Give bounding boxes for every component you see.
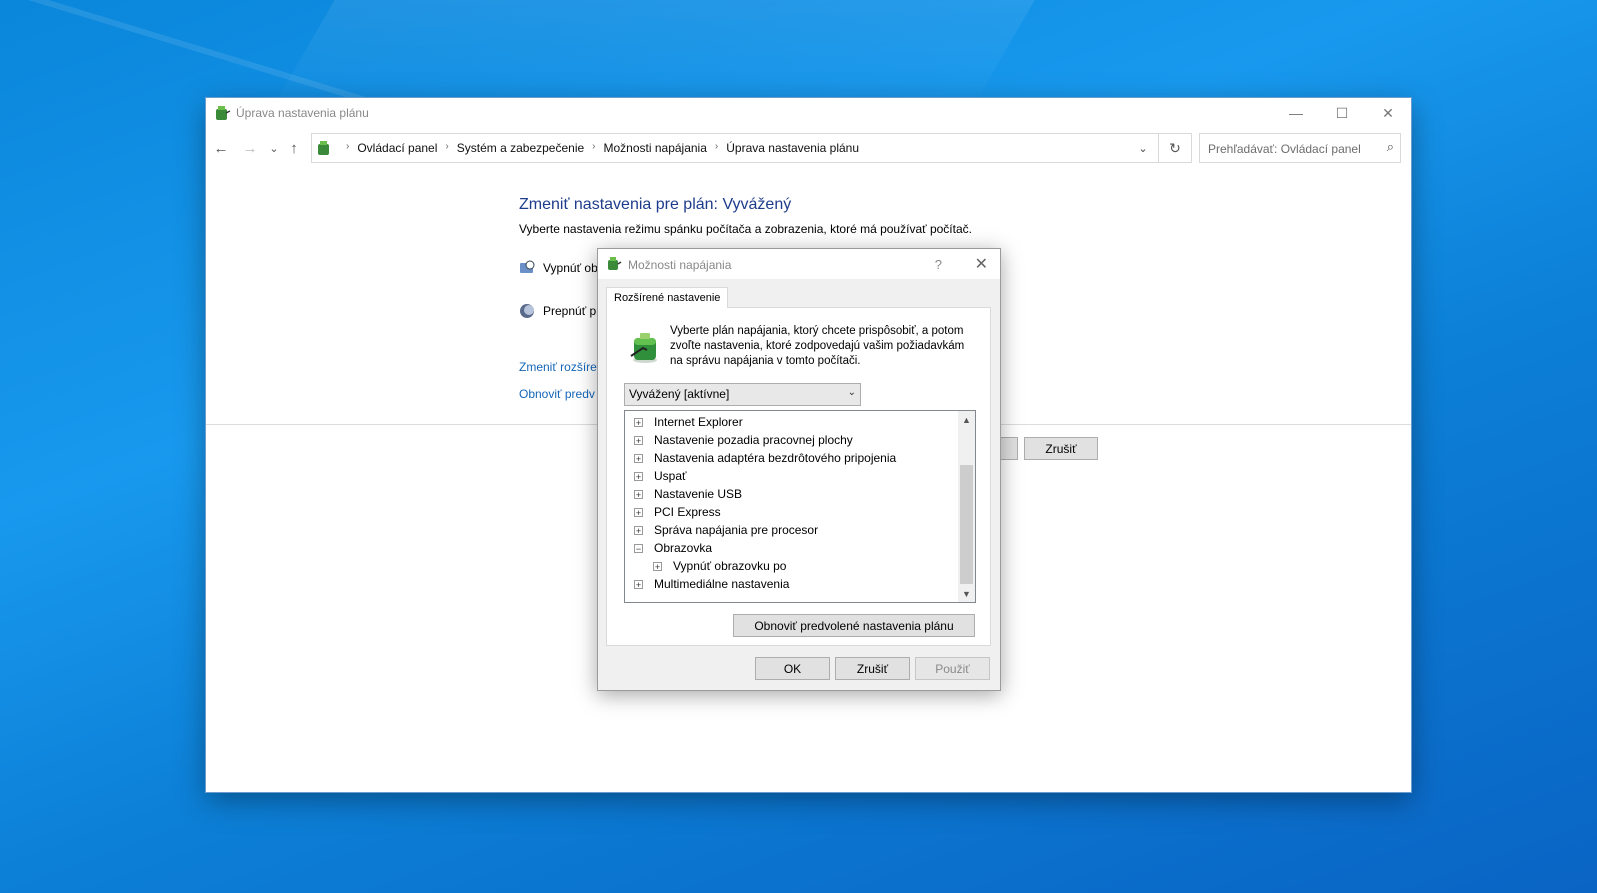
refresh-icon[interactable]: ↻ — [1158, 133, 1192, 163]
page-title: Zmeniť nastavenia pre plán: Vyvážený — [519, 196, 792, 213]
window-title: Úprava nastavenia plánu — [236, 106, 369, 120]
advanced-settings-link[interactable]: Zmeniť rozšíre — [519, 360, 597, 374]
forward-arrow-icon[interactable]: → — [239, 137, 261, 159]
expand-icon[interactable]: + — [634, 417, 643, 427]
apply-button[interactable]: Použiť — [915, 657, 990, 680]
tree-item-label: Multimediálne nastavenia — [654, 577, 790, 591]
tree-scrollbar[interactable]: ▲ ▼ — [958, 411, 975, 602]
tree-item-label: Obrazovka — [654, 541, 713, 555]
tree-item-label: PCI Express — [654, 505, 721, 519]
page-description: Vyberte nastavenia režimu spánku počítač… — [519, 222, 972, 236]
plan-select[interactable]: Vyvážený [aktívne] ⌄ — [624, 383, 861, 406]
up-arrow-icon[interactable]: ↑ — [283, 137, 305, 159]
moon-icon — [520, 304, 534, 318]
breadcrumb-separator[interactable]: › — [445, 141, 448, 155]
expand-icon[interactable]: + — [634, 435, 643, 445]
search-icon[interactable]: ⌕ — [1387, 139, 1394, 155]
breadcrumb-item-control-panel[interactable]: Ovládací panel — [357, 141, 437, 155]
tree-item[interactable]: + Správa napájania pre procesor — [634, 521, 818, 539]
tree-item-label: Uspať — [654, 469, 687, 483]
tree-item-label: Internet Explorer — [654, 415, 743, 429]
breadcrumb: › Ovládací panel › Systém a zabezpečenie… — [338, 141, 859, 155]
chevron-down-icon: ⌄ — [847, 387, 856, 398]
address-dropdown-icon[interactable]: ⌄ — [1128, 134, 1158, 162]
ok-button[interactable]: OK — [755, 657, 830, 680]
search-placeholder: Prehľadávať: Ovládací panel — [1208, 142, 1361, 156]
dialog-description: Vyberte plán napájania, ktorý chcete pri… — [670, 325, 965, 367]
navigation-bar: ← → ⌄ ↑ › Ovládací panel › Systém a zabe… — [206, 133, 1411, 163]
collapse-icon[interactable]: − — [634, 543, 643, 553]
tree-item[interactable]: + Uspať — [634, 467, 687, 485]
sleep-label: Prepnúť p — [543, 304, 597, 318]
cancel-button[interactable]: Zrušiť — [1024, 437, 1098, 460]
display-off-label: Vypnúť ob — [543, 261, 598, 275]
restore-plan-defaults-button[interactable]: Obnoviť predvolené nastavenia plánu — [733, 614, 975, 637]
expand-icon[interactable]: + — [634, 579, 643, 589]
tree-item[interactable]: + PCI Express — [634, 503, 721, 521]
dialog-cancel-button[interactable]: Zrušiť — [835, 657, 910, 680]
settings-tree[interactable]: + Internet Explorer + Nastavenie pozadia pr… — [624, 410, 976, 603]
power-options-icon — [608, 257, 622, 270]
recent-locations-icon[interactable]: ⌄ — [263, 137, 285, 159]
display-off-setting: Vypnúť ob — [519, 260, 598, 276]
tree-item[interactable]: − Obrazovka — [634, 539, 712, 557]
maximize-button[interactable]: ☐ — [1319, 98, 1365, 128]
expand-icon[interactable]: + — [634, 525, 643, 535]
expand-icon[interactable]: + — [634, 453, 643, 463]
plan-select-value: Vyvážený [aktívne] — [629, 387, 730, 401]
power-plan-battery-icon — [630, 333, 657, 363]
tree-item-label: Nastavenie USB — [654, 487, 743, 501]
tree-item[interactable]: + Nastavenia adaptéra bezdrôtového pripoj… — [634, 449, 896, 467]
dialog-title-bar: Možnosti napájania ? ✕ — [598, 249, 1000, 279]
breadcrumb-separator: › — [346, 141, 350, 152]
breadcrumb-separator[interactable]: › — [592, 141, 595, 155]
sleep-setting: Prepnúť p — [519, 303, 596, 319]
save-button-partial[interactable] — [1001, 437, 1018, 460]
control-panel-icon — [318, 141, 329, 155]
expand-icon[interactable]: + — [653, 561, 662, 571]
tree-item-label: Nastavenie pozadia pracovnej plochy — [654, 433, 853, 447]
expand-icon[interactable]: + — [634, 489, 643, 499]
breadcrumb-item-edit-plan[interactable]: Úprava nastavenia plánu — [726, 141, 859, 155]
monitor-clock-icon — [520, 260, 535, 273]
scroll-thumb[interactable] — [960, 465, 973, 584]
help-icon[interactable]: ? — [935, 257, 942, 272]
tree-item-label: Vypnúť obrazovku po — [673, 559, 787, 573]
tree-item-label: Správa napájania pre procesor — [654, 523, 819, 537]
close-button[interactable]: ✕ — [1365, 98, 1411, 128]
tree-item[interactable]: + Multimediálne nastavenia — [634, 575, 789, 593]
minimize-button[interactable]: — — [1273, 98, 1319, 128]
power-options-app-icon — [216, 106, 231, 120]
dialog-close-icon[interactable]: ✕ — [975, 254, 988, 274]
tree-item[interactable]: + Internet Explorer — [634, 413, 743, 431]
dialog-title: Možnosti napájania — [628, 258, 732, 272]
tree-item[interactable]: + Nastavenie USB — [634, 485, 742, 503]
tab-advanced-settings[interactable]: Rozšírené nastavenie — [606, 287, 729, 308]
breadcrumb-item-power-options[interactable]: Možnosti napájania — [604, 141, 707, 155]
power-options-dialog: Možnosti napájania ? ✕ Rozšírené nastave… — [597, 248, 1001, 691]
breadcrumb-item-system-security[interactable]: Systém a zabezpečenie — [457, 141, 584, 155]
search-input[interactable]: Prehľadávať: Ovládací panel ⌕ — [1199, 133, 1401, 163]
expand-icon[interactable]: + — [634, 507, 643, 517]
tree-item[interactable]: + Vypnúť obrazovku po — [653, 557, 786, 575]
breadcrumb-separator[interactable]: › — [715, 141, 718, 155]
tree-item[interactable]: + Nastavenie pozadia pracovnej plochy — [634, 431, 853, 449]
address-bar[interactable]: › Ovládací panel › Systém a zabezpečenie… — [311, 133, 1159, 163]
expand-icon[interactable]: + — [634, 471, 643, 481]
back-arrow-icon[interactable]: ← — [210, 137, 232, 159]
restore-defaults-link[interactable]: Obnoviť predv — [519, 387, 595, 401]
scroll-up-icon[interactable]: ▲ — [958, 411, 975, 428]
title-bar: Úprava nastavenia plánu — ☐ ✕ — [206, 98, 1411, 128]
tree-item-label: Nastavenia adaptéra bezdrôtového pripoje… — [654, 451, 897, 465]
scroll-down-icon[interactable]: ▼ — [958, 585, 975, 602]
tab-panel: Vyberte plán napájania, ktorý chcete pri… — [606, 307, 991, 646]
